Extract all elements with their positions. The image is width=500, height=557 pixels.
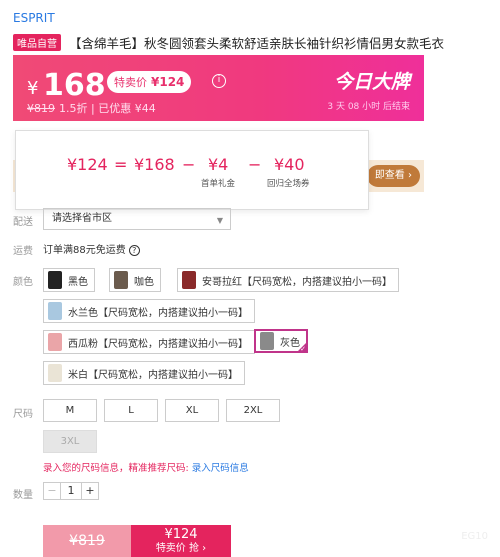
original-price: ¥819 <box>27 102 55 115</box>
color-option[interactable]: 西瓜粉【尺码宽松，内搭建议拍小一码】 <box>43 330 255 354</box>
price-currency: ¥ <box>27 78 39 99</box>
tooltip-coupon-2: ¥40 <box>274 155 305 174</box>
sale-price-value: ¥124 <box>151 75 185 89</box>
price-sub: ¥819 1.5折 | 已优惠 ¥44 <box>27 100 156 116</box>
color-option-label: 黑色 <box>68 276 88 288</box>
color-thumb <box>48 302 62 320</box>
tooltip-final-price: ¥124 <box>67 155 108 174</box>
countdown: 3 天 08 小时 后结束 <box>327 102 410 112</box>
sale-price-label: 特卖价 <box>114 76 147 89</box>
coupon-view-button[interactable]: 即查看 › <box>366 165 420 187</box>
qty-label: 数量 <box>13 490 33 501</box>
size-hint-text: 录入您的尺码信息，精准推荐尺码: <box>43 463 189 474</box>
price-breakdown-tooltip: ¥124 = ¥168 − ¥4 − ¥40 首单礼金 回归全场券 <box>15 130 369 210</box>
question-icon[interactable]: ? <box>128 244 140 256</box>
size-hint: 录入您的尺码信息，精准推荐尺码: 录入尺码信息 <box>43 460 249 474</box>
info-icon[interactable]: i <box>212 74 226 88</box>
size-option[interactable]: L <box>104 399 158 422</box>
qty-plus-button[interactable]: + <box>81 482 99 500</box>
size-option[interactable]: M <box>43 399 97 422</box>
color-option-label: 安哥拉红【尺码宽松，内搭建议拍小一码】 <box>202 276 392 288</box>
sale-price-pill: 特卖价 ¥124 <box>107 71 192 93</box>
color-thumb <box>48 271 62 289</box>
color-thumb <box>48 364 62 382</box>
original-price-button[interactable]: ¥819 <box>43 525 131 557</box>
self-operated-tag: 唯品自营 <box>13 34 61 51</box>
color-option-label: 灰色 <box>280 337 300 349</box>
tooltip-equals: = <box>114 155 128 174</box>
price-banner: ¥ 168 特卖价 ¥124 i ¥819 1.5折 | 已优惠 ¥44 今日大牌… <box>13 55 424 121</box>
chevron-down-icon: ▼ <box>216 216 223 225</box>
tooltip-coupon-2-label: 回归全场券 <box>267 179 310 189</box>
freight-text: 订单满88元免运费 <box>43 245 126 256</box>
color-option[interactable]: 咖色 <box>109 268 161 292</box>
promo-title: 今日大牌 <box>333 71 410 93</box>
color-option[interactable]: 米白【尺码宽松，内搭建议拍小一码】 <box>43 361 245 385</box>
tooltip-minus: − <box>182 155 196 174</box>
title-row: 唯品自营 【含绵羊毛】秋冬圆领套头柔软舒适亲肤长袖针织衫情侣男女款毛衣 <box>13 33 493 52</box>
tooltip-base-price: ¥168 <box>134 155 175 174</box>
buy-sale-text: 特卖价 抢 › <box>155 543 207 554</box>
qty-minus-button[interactable]: − <box>43 482 61 500</box>
check-icon: ✓ <box>300 345 306 353</box>
freight-info: 订单满88元免运费? <box>43 241 140 256</box>
color-thumb <box>182 271 196 289</box>
tooltip-coupon-1: ¥4 <box>208 155 229 174</box>
price-main: 168 <box>43 68 106 103</box>
product-title: 【含绵羊毛】秋冬圆领套头柔软舒适亲肤长袖针织衫情侣男女款毛衣 <box>69 36 445 51</box>
tooltip-minus: − <box>248 155 262 174</box>
size-label: 尺码 <box>13 409 33 420</box>
color-label: 颜色 <box>13 277 33 288</box>
qty-input[interactable]: 1 <box>60 482 82 500</box>
color-option-label: 米白【尺码宽松，内搭建议拍小一码】 <box>68 369 238 381</box>
delivery-placeholder: 请选择省市区 <box>52 213 112 224</box>
buy-now-button[interactable]: ¥124 特卖价 抢 › <box>131 525 231 557</box>
delivery-select[interactable]: 请选择省市区 ▼ <box>43 208 231 230</box>
brand-link[interactable]: ESPRIT <box>13 11 55 25</box>
color-option[interactable]: 黑色 <box>43 268 95 292</box>
freight-label: 运费 <box>13 246 33 257</box>
color-option-selected[interactable]: 灰色 ✓ <box>254 329 308 353</box>
tooltip-coupon-1-label: 首单礼金 <box>201 179 236 189</box>
color-thumb <box>48 333 62 351</box>
color-thumb <box>114 271 128 289</box>
color-option[interactable]: 水兰色【尺码宽松，内搭建议拍小一码】 <box>43 299 255 323</box>
buy-original-price: ¥819 <box>69 533 105 549</box>
delivery-label: 配送 <box>13 217 33 228</box>
color-option-label: 西瓜粉【尺码宽松，内搭建议拍小一码】 <box>68 338 248 350</box>
color-option-label: 水兰色【尺码宽松，内搭建议拍小一码】 <box>68 307 248 319</box>
color-option[interactable]: 安哥拉红【尺码宽松，内搭建议拍小一码】 <box>177 268 399 292</box>
discount-rate: 1.5折 <box>59 102 88 115</box>
corner-watermark: EG10 <box>461 531 488 542</box>
color-option-label: 咖色 <box>134 276 154 288</box>
saved-amount: | 已优惠 ¥44 <box>91 102 156 115</box>
buy-sale-price: ¥124 <box>164 527 198 542</box>
size-record-link[interactable]: 录入尺码信息 <box>192 463 249 474</box>
size-option-disabled: 3XL <box>43 430 97 453</box>
size-option[interactable]: XL <box>165 399 219 422</box>
color-thumb <box>260 332 274 350</box>
size-option[interactable]: 2XL <box>226 399 280 422</box>
